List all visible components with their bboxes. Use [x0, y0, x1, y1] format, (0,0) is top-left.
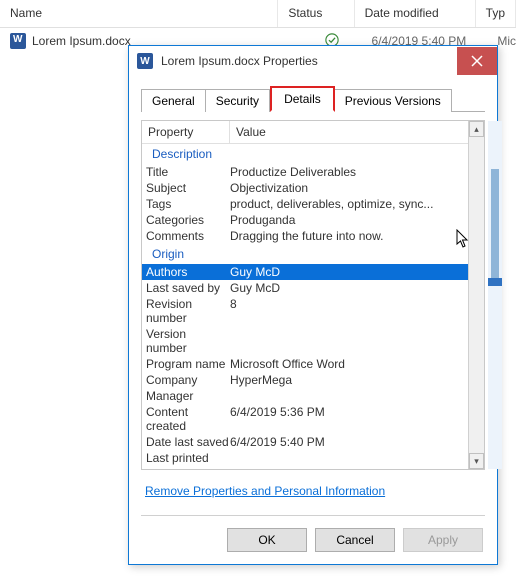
- word-file-icon: [10, 33, 26, 49]
- tab-row: General Security Details Previous Versio…: [141, 86, 485, 112]
- explorer-column-header: Name Status Date modified Typ: [0, 0, 516, 28]
- scrollbar[interactable]: ▴ ▾: [468, 121, 484, 469]
- close-icon: [471, 55, 483, 67]
- properties-dialog: W Lorem Ipsum.docx Properties General Se…: [128, 45, 498, 565]
- scroll-track[interactable]: [469, 137, 484, 453]
- close-button[interactable]: [457, 47, 497, 75]
- prop-comments[interactable]: CommentsDragging the future into now.: [142, 228, 468, 244]
- tab-details[interactable]: Details: [270, 86, 335, 112]
- prop-title[interactable]: TitleProductize Deliverables: [142, 164, 468, 180]
- prop-last-saved-by[interactable]: Last saved byGuy McD: [142, 280, 468, 296]
- scroll-up-button[interactable]: ▴: [469, 121, 484, 137]
- tab-previous-versions[interactable]: Previous Versions: [335, 89, 452, 112]
- column-name[interactable]: Name: [0, 0, 278, 27]
- header-value[interactable]: Value: [230, 121, 468, 143]
- column-type[interactable]: Typ: [476, 0, 516, 27]
- scroll-down-button[interactable]: ▾: [469, 453, 484, 469]
- prop-created[interactable]: Content created6/4/2019 5:36 PM: [142, 404, 468, 434]
- apply-button[interactable]: Apply: [403, 528, 483, 552]
- prop-printed[interactable]: Last printed: [142, 450, 468, 466]
- section-description: Description: [142, 144, 468, 164]
- titlebar[interactable]: W Lorem Ipsum.docx Properties: [129, 46, 497, 76]
- outer-scroll-marker: [488, 278, 502, 286]
- column-status[interactable]: Status: [278, 0, 354, 27]
- prop-tags[interactable]: Tagsproduct, deliverables, optimize, syn…: [142, 196, 468, 212]
- separator: [141, 515, 485, 516]
- cancel-button[interactable]: Cancel: [315, 528, 395, 552]
- word-icon: W: [137, 53, 153, 69]
- prop-editing-time[interactable]: Total editing time00:04:00: [142, 466, 468, 469]
- file-type: Mic: [497, 34, 516, 48]
- prop-saved[interactable]: Date last saved6/4/2019 5:40 PM: [142, 434, 468, 450]
- section-origin: Origin: [142, 244, 468, 264]
- dialog-title: Lorem Ipsum.docx Properties: [161, 54, 457, 68]
- prop-program[interactable]: Program nameMicrosoft Office Word: [142, 356, 468, 372]
- prop-version[interactable]: Version number: [142, 326, 468, 356]
- tab-security[interactable]: Security: [206, 89, 270, 112]
- prop-subject[interactable]: SubjectObjectivization: [142, 180, 468, 196]
- tab-general[interactable]: General: [141, 89, 206, 112]
- prop-company[interactable]: CompanyHyperMega: [142, 372, 468, 388]
- column-date[interactable]: Date modified: [355, 0, 476, 27]
- remove-properties-link[interactable]: Remove Properties and Personal Informati…: [145, 484, 385, 498]
- prop-manager[interactable]: Manager: [142, 388, 468, 404]
- prop-categories[interactable]: CategoriesProduganda: [142, 212, 468, 228]
- property-list: Property Value Description TitleProducti…: [141, 120, 485, 470]
- header-property[interactable]: Property: [142, 121, 230, 143]
- property-list-header: Property Value: [142, 121, 468, 144]
- ok-button[interactable]: OK: [227, 528, 307, 552]
- prop-revision[interactable]: Revision number8: [142, 296, 468, 326]
- outer-scroll-indicator[interactable]: [488, 121, 502, 469]
- prop-authors[interactable]: AuthorsGuy McD: [142, 264, 468, 280]
- outer-scroll-thumb[interactable]: [491, 169, 499, 279]
